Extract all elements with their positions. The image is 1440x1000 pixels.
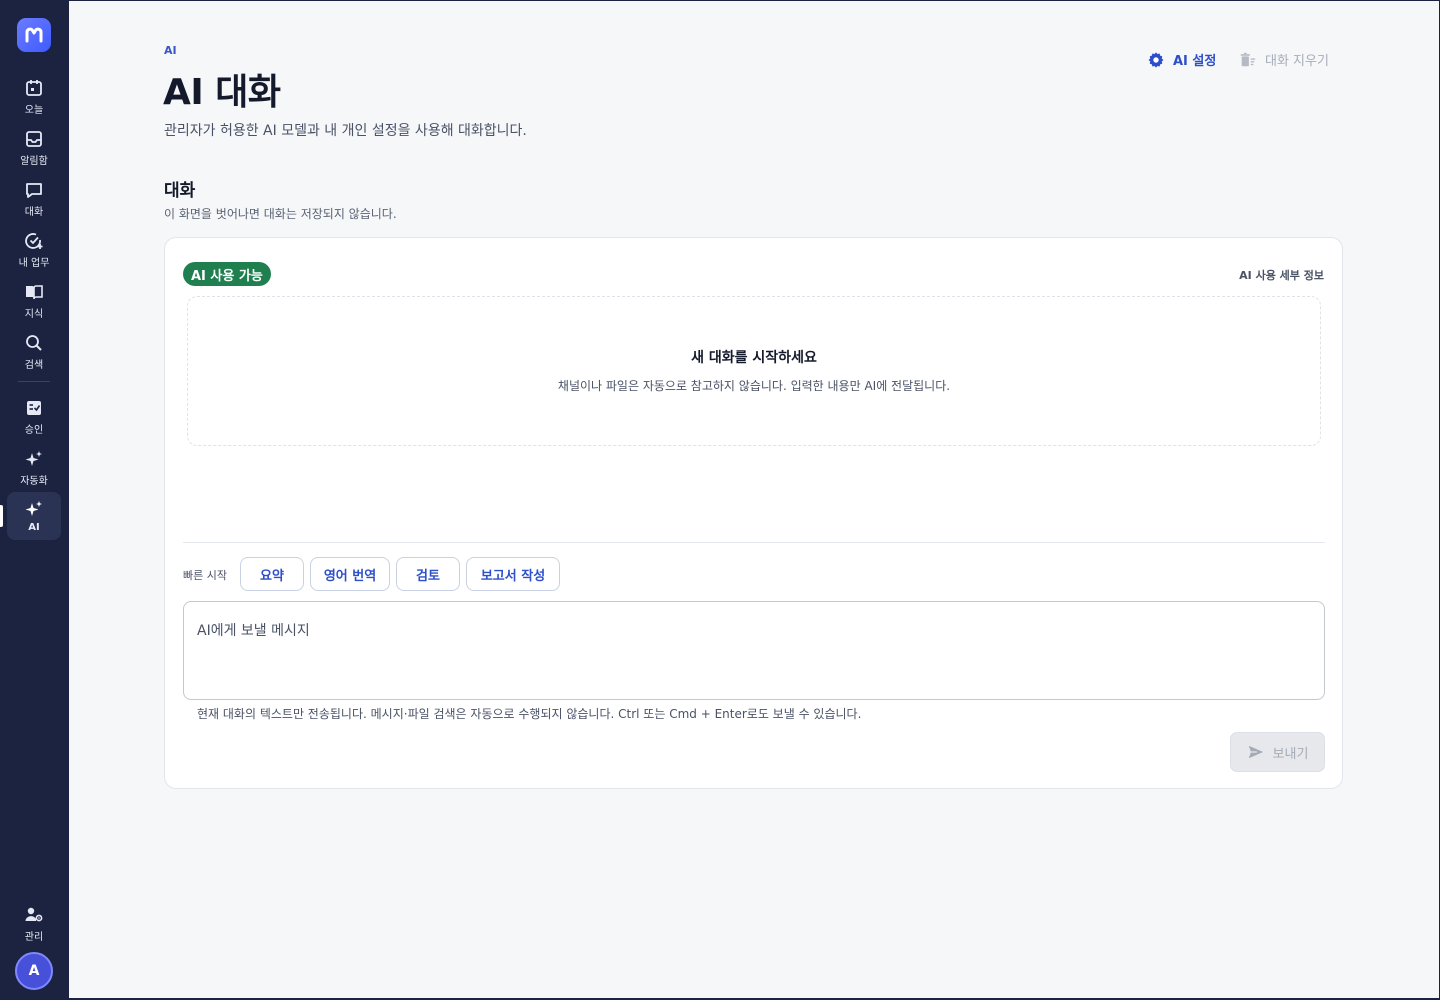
book-icon xyxy=(26,285,43,300)
search-icon xyxy=(26,335,42,351)
empty-state-title: 새 대화를 시작하세요 xyxy=(691,350,817,366)
conversation-card: AI 사용 가능 AI 사용 세부 정보 새 대화를 시작하세요 채널이나 파일… xyxy=(164,237,1343,789)
input-hint: 현재 대화의 텍스트만 전송됩니다. 메시지·파일 검색은 자동으로 수행되지 … xyxy=(197,707,862,721)
ai-usage-details-link[interactable]: AI 사용 세부 정보 xyxy=(1239,267,1324,283)
active-indicator xyxy=(0,505,3,527)
main-content: AI AI 대화 관리자가 허용한 AI 모델과 내 개인 설정을 사용해 대화… xyxy=(69,1,1439,998)
sidebar-item-today[interactable]: 오늘 xyxy=(7,73,61,121)
chat-icon xyxy=(26,183,42,198)
empty-state: 새 대화를 시작하세요 채널이나 파일은 자동으로 참고하지 않습니다. 입력한… xyxy=(187,296,1321,446)
sidebar-item-knowledge[interactable]: 지식 xyxy=(7,277,61,325)
sidebar-item-chat[interactable]: 대화 xyxy=(7,175,61,223)
page-description: 관리자가 허용한 AI 모델과 내 개인 설정을 사용해 대화합니다. xyxy=(164,123,527,139)
sidebar-item-ai[interactable]: AI xyxy=(7,492,61,540)
ai-sparkle-icon xyxy=(25,501,42,516)
message-input[interactable] xyxy=(183,601,1325,700)
approval-icon xyxy=(27,401,41,415)
sidebar-item-approval[interactable]: 승인 xyxy=(7,393,61,441)
sidebar-item-label: 승인 xyxy=(24,425,44,436)
app-logo[interactable] xyxy=(17,18,51,52)
quick-action-translate-button[interactable]: 영어 번역 xyxy=(310,557,390,591)
sidebar-item-label: 알림함 xyxy=(20,156,48,167)
sidebar-item-label: 대화 xyxy=(24,207,44,218)
section-title: 대화 xyxy=(164,181,196,201)
ai-settings-button[interactable]: AI 설정 xyxy=(1147,50,1216,69)
sidebar-item-label: 오늘 xyxy=(24,105,44,116)
sidebar-item-my-tasks[interactable]: 내 업무 xyxy=(7,226,61,274)
sidebar-item-automation[interactable]: 자동화 xyxy=(7,444,61,492)
clear-conversation-button[interactable]: 대화 지우기 xyxy=(1239,50,1329,69)
inbox-icon xyxy=(26,131,42,147)
calendar-icon xyxy=(26,80,42,96)
send-icon xyxy=(1248,745,1263,759)
section-description: 이 화면을 벗어나면 대화는 저장되지 않습니다. xyxy=(164,207,397,221)
sidebar-item-inbox[interactable]: 알림함 xyxy=(7,124,61,172)
trash-clear-icon xyxy=(1240,52,1256,66)
page-title: AI 대화 xyxy=(163,72,281,113)
empty-state-description: 채널이나 파일은 자동으로 참고하지 않습니다. 입력한 내용만 AI에 전달됩… xyxy=(557,379,951,393)
sidebar-item-label: 지식 xyxy=(24,309,44,320)
status-badge: AI 사용 가능 xyxy=(183,262,271,286)
logo-m-icon xyxy=(25,27,43,43)
sidebar-item-label: 관리 xyxy=(24,932,44,943)
clear-conversation-label: 대화 지우기 xyxy=(1265,54,1329,69)
admin-user-gear-icon xyxy=(25,907,43,922)
sidebar-divider xyxy=(18,381,50,382)
divider xyxy=(183,542,1325,543)
send-label: 보내기 xyxy=(1272,746,1309,762)
quick-action-review-button[interactable]: 검토 xyxy=(396,557,460,591)
sidebar-item-admin[interactable]: 관리 xyxy=(7,900,61,948)
quick-start-label: 빠른 시작 xyxy=(183,569,227,582)
sidebar-item-search[interactable]: 검색 xyxy=(7,328,61,376)
page-eyebrow: AI xyxy=(164,44,177,57)
user-avatar[interactable]: A xyxy=(15,952,53,990)
sidebar-item-label: AI xyxy=(28,522,40,533)
gear-icon xyxy=(1148,51,1164,68)
sidebar-item-label: 내 업무 xyxy=(18,258,50,269)
task-check-icon xyxy=(25,233,43,249)
sparkle-icon xyxy=(25,451,42,466)
sidebar-item-label: 자동화 xyxy=(20,476,48,487)
quick-action-report-button[interactable]: 보고서 작성 xyxy=(466,557,560,591)
sidebar: 오늘 알림함 대화 내 업무 지식 검색 승인 자동화 AI 관리 A xyxy=(0,0,68,1000)
ai-settings-label: AI 설정 xyxy=(1173,54,1217,69)
sidebar-item-label: 검색 xyxy=(24,360,44,371)
send-button[interactable]: 보내기 xyxy=(1230,732,1325,772)
quick-action-summarize-button[interactable]: 요약 xyxy=(240,557,304,591)
